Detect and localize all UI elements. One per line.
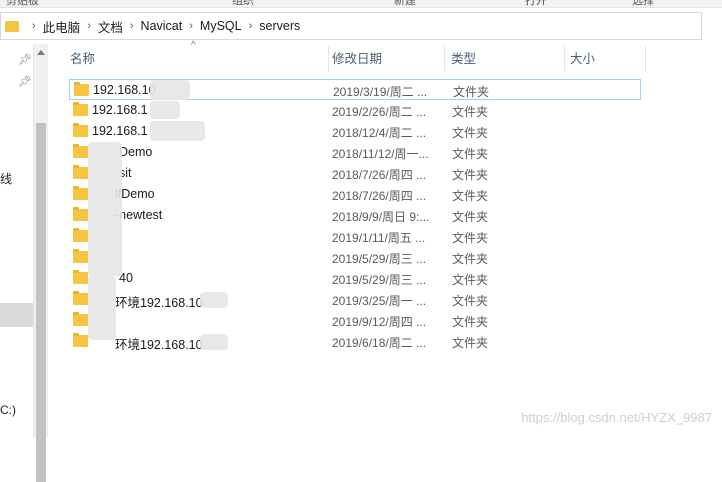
file-name: 192.168.1 bbox=[92, 124, 148, 138]
file-date: 2019/3/19/周二 ... bbox=[333, 85, 428, 99]
file-date: 2019/5/29/周三 ... bbox=[332, 273, 427, 287]
folder-icon bbox=[73, 123, 88, 137]
privacy-blur bbox=[88, 276, 116, 340]
breadcrumb-mysql[interactable]: MySQL bbox=[200, 19, 242, 33]
folder-icon bbox=[73, 333, 88, 347]
file-name: 192.168.1 bbox=[92, 103, 148, 117]
chevron-right-icon[interactable]: › bbox=[130, 20, 134, 32]
file-date: 2019/5/29/周三 ... bbox=[332, 252, 427, 266]
file-type: 文件夹 bbox=[452, 231, 489, 245]
file-row[interactable]: sit 2018/7/26/周四 ... 文件夹 bbox=[69, 163, 641, 184]
file-date: 2018/12/4/周二 ... bbox=[332, 126, 427, 140]
privacy-blur bbox=[150, 121, 205, 141]
ribbon-group-labels: 剪贴板 组织 新建 打开 选择 bbox=[0, 0, 722, 8]
file-date: 2018/7/26/周四 ... bbox=[332, 189, 427, 203]
file-date: 2019/3/25/周一 ... bbox=[332, 294, 427, 308]
folder-icon bbox=[73, 144, 88, 158]
file-type: 文件夹 bbox=[452, 273, 489, 287]
address-bar[interactable]: › 此电脑 › 文档 › Navicat › MySQL › servers bbox=[0, 12, 702, 40]
file-name: -newtest bbox=[115, 208, 163, 222]
ribbon-label-new: 新建 bbox=[394, 0, 416, 7]
file-type: 文件夹 bbox=[452, 294, 489, 308]
file-row[interactable]: 2019/1/11/周五 ... 文件夹 bbox=[69, 226, 641, 247]
breadcrumb-this-pc[interactable]: 此电脑 bbox=[43, 17, 81, 36]
folder-icon bbox=[73, 186, 88, 200]
column-size[interactable]: 大小 bbox=[570, 46, 646, 72]
file-name: 192.168.10 bbox=[93, 83, 156, 97]
chevron-right-icon[interactable]: › bbox=[32, 20, 36, 32]
column-name[interactable]: 名称 bbox=[70, 46, 329, 72]
file-type: 文件夹 bbox=[452, 189, 489, 203]
folder-icon bbox=[73, 207, 88, 221]
file-row[interactable]: 2019/5/29/周三 ... 文件夹 bbox=[69, 247, 641, 268]
folder-icon bbox=[73, 228, 88, 242]
nav-item-partial[interactable]: 线 bbox=[0, 170, 12, 187]
file-type: 文件夹 bbox=[452, 126, 489, 140]
file-type: 文件夹 bbox=[452, 336, 489, 350]
file-row[interactable]: 40 2019/5/29/周三 ... 文件夹 bbox=[69, 268, 641, 289]
file-date: 2019/2/26/周二 ... bbox=[332, 105, 427, 119]
watermark-text: https://blog.csdn.net/HYZX_9987 bbox=[521, 410, 712, 425]
file-type: 文件夹 bbox=[452, 315, 489, 329]
file-type: 文件夹 bbox=[452, 147, 489, 161]
pin-icon[interactable]: 📌︎ bbox=[18, 53, 32, 66]
column-date-modified[interactable]: 修改日期 bbox=[332, 46, 445, 72]
file-date: 2018/7/26/周四 ... bbox=[332, 168, 427, 182]
folder-icon bbox=[73, 165, 88, 179]
folder-icon bbox=[73, 312, 88, 326]
privacy-blur bbox=[88, 142, 122, 276]
folder-icon bbox=[73, 249, 88, 263]
file-row[interactable]: -newtest 2018/9/9/周日 9:... 文件夹 bbox=[69, 205, 641, 226]
file-name: 环境192.168.10 bbox=[115, 296, 203, 310]
folder-icon bbox=[73, 102, 88, 116]
pin-icon[interactable]: 📌︎ bbox=[18, 75, 32, 88]
folder-icon bbox=[73, 270, 88, 284]
file-name: 环境192.168.10 bbox=[115, 338, 203, 352]
file-type: 文件夹 bbox=[452, 105, 489, 119]
file-row[interactable]: Demo 2018/11/12/周一... 文件夹 bbox=[69, 142, 641, 163]
file-date: 2018/11/12/周一... bbox=[332, 147, 429, 161]
scrollbar-thumb[interactable] bbox=[36, 123, 46, 482]
chevron-right-icon[interactable]: › bbox=[87, 20, 91, 32]
file-type: 文件夹 bbox=[453, 85, 490, 99]
file-type: 文件夹 bbox=[452, 168, 489, 182]
chevron-right-icon[interactable]: › bbox=[189, 20, 193, 32]
file-row[interactable]: 2019/9/12/周四 ... 文件夹 bbox=[69, 310, 641, 331]
file-type: 文件夹 bbox=[452, 252, 489, 266]
column-header: 名称 修改日期 类型 大小 bbox=[48, 46, 722, 72]
file-type: 文件夹 bbox=[452, 210, 489, 224]
folder-icon bbox=[73, 291, 88, 305]
breadcrumb-documents[interactable]: 文档 bbox=[98, 17, 123, 36]
file-row[interactable]: 环境192.168.10 2019/6/18/周二 ... 文件夹 bbox=[69, 331, 641, 352]
privacy-blur bbox=[150, 80, 190, 100]
privacy-blur bbox=[200, 292, 228, 308]
ribbon-label-select: 选择 bbox=[632, 0, 654, 7]
privacy-blur bbox=[150, 101, 180, 119]
ribbon-label-organize: 组织 bbox=[232, 0, 254, 7]
ribbon-label-open: 打开 bbox=[525, 0, 547, 7]
chevron-right-icon[interactable]: › bbox=[249, 20, 253, 32]
file-date: 2019/6/18/周二 ... bbox=[332, 336, 427, 350]
breadcrumb-servers[interactable]: servers bbox=[259, 19, 300, 33]
file-date: 2018/9/9/周日 9:... bbox=[332, 210, 430, 224]
privacy-blur bbox=[200, 334, 228, 350]
scroll-up-arrow-icon[interactable] bbox=[37, 50, 45, 55]
nav-item-selected[interactable] bbox=[0, 303, 33, 327]
breadcrumb-navicat[interactable]: Navicat bbox=[141, 19, 183, 33]
file-name: Demo bbox=[119, 145, 153, 159]
file-row[interactable]: lfDemo 2018/7/26/周四 ... 文件夹 bbox=[69, 184, 641, 205]
folder-icon bbox=[74, 82, 89, 96]
ribbon-label-clipboard: 剪贴板 bbox=[6, 0, 39, 7]
file-row[interactable]: 环境192.168.10 2019/3/25/周一 ... 文件夹 bbox=[69, 289, 641, 310]
nav-pane-scrollbar[interactable] bbox=[33, 44, 48, 482]
folder-icon bbox=[5, 20, 19, 32]
file-date: 2019/1/11/周五 ... bbox=[332, 231, 426, 245]
column-type[interactable]: 类型 bbox=[451, 46, 565, 72]
file-date: 2019/9/12/周四 ... bbox=[332, 315, 427, 329]
nav-item-drive-c[interactable]: C:) bbox=[0, 403, 16, 417]
